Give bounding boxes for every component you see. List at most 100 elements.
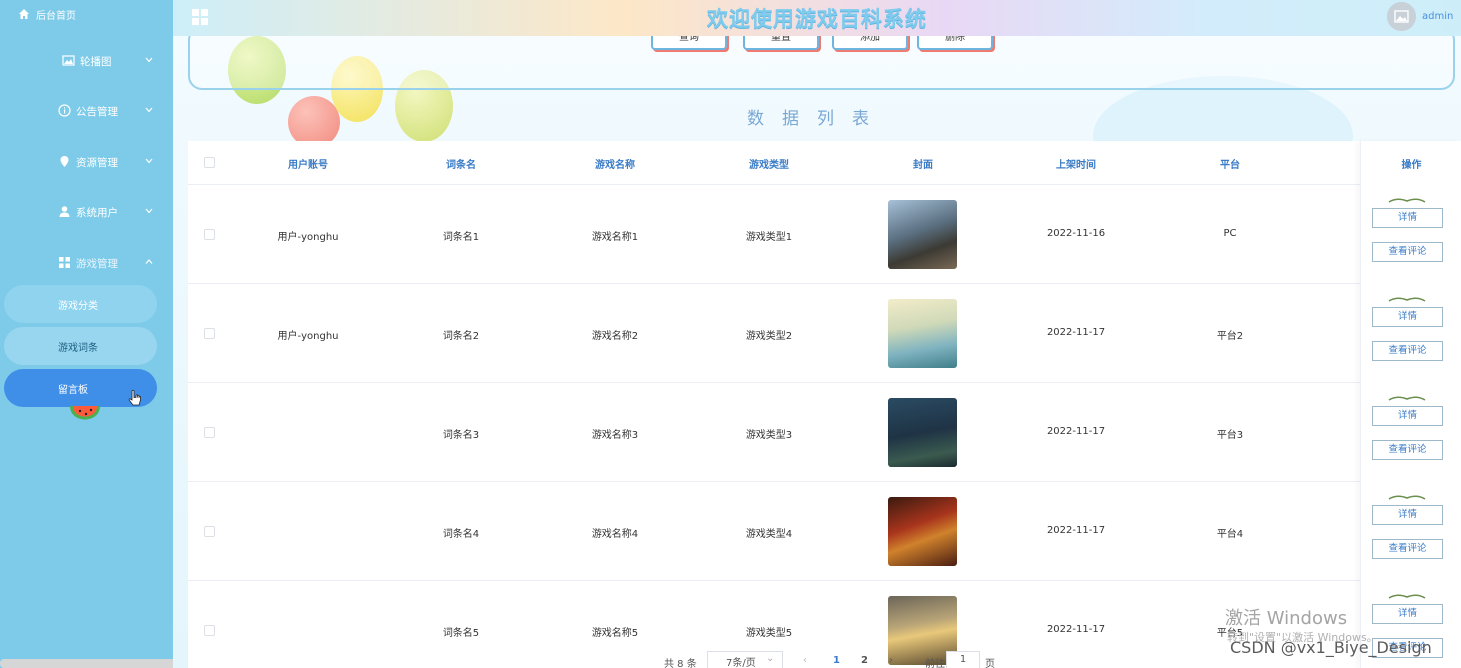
cell-entry: 词条名5 bbox=[442, 628, 480, 639]
page-number-2[interactable]: 2 bbox=[861, 655, 868, 666]
sidebar-subitem-game-category[interactable]: 游戏分类 bbox=[4, 285, 157, 323]
goto-page-input[interactable]: 1 bbox=[946, 651, 980, 668]
sidebar-item-label: 轮播图 bbox=[80, 55, 112, 68]
cell-game-name: 游戏名称1 bbox=[591, 232, 639, 243]
cell-entry: 词条名4 bbox=[442, 529, 480, 540]
detail-button[interactable]: 详情 bbox=[1372, 406, 1443, 426]
column-header-account[interactable]: 用户账号 bbox=[248, 156, 368, 171]
cell-game-name: 游戏名称3 bbox=[591, 430, 639, 441]
leaf-decoration-icon bbox=[1388, 396, 1426, 401]
sidebar-subitem-game-entry[interactable]: 游戏词条 bbox=[4, 327, 157, 365]
image-icon bbox=[62, 54, 75, 67]
cover-image[interactable] bbox=[888, 200, 957, 269]
table-header: 用户账号 词条名 游戏名称 游戏类型 封面 上架时间 平台 bbox=[188, 141, 1461, 185]
sidebar-item-carousel[interactable]: 轮播图 bbox=[0, 46, 173, 76]
main-content: 查询 重置 添加 删除 数据列表 用户账号 词条名 游戏名称 游戏类型 封面 上… bbox=[173, 36, 1461, 668]
username-label[interactable]: admin bbox=[1422, 11, 1453, 22]
detail-button[interactable]: 详情 bbox=[1372, 208, 1443, 228]
row-checkbox[interactable] bbox=[204, 625, 215, 636]
column-header-cover[interactable]: 封面 bbox=[863, 156, 983, 171]
query-button[interactable]: 查询 bbox=[651, 36, 727, 50]
home-icon bbox=[18, 8, 30, 20]
view-comments-button[interactable]: 查看评论 bbox=[1372, 440, 1443, 460]
cell-account: 用户-yonghu bbox=[277, 232, 339, 243]
sidebar-subitem-label: 游戏分类 bbox=[58, 300, 98, 312]
site-title: 欢迎使用游戏百科系统 bbox=[707, 7, 927, 31]
cell-date: 2022-11-17 bbox=[1046, 327, 1106, 338]
user-icon bbox=[58, 205, 71, 218]
sidebar-item-label: 后台首页 bbox=[36, 10, 76, 22]
sidebar-item-home[interactable]: 后台首页 bbox=[0, 0, 173, 28]
row-checkbox[interactable] bbox=[204, 526, 215, 537]
actions-column: 操作 详情 查看评论 详情 查看评论 详情 查看评论 详情 查看评论 详情 查看… bbox=[1360, 141, 1461, 668]
chevron-down-icon: ⌄ bbox=[766, 653, 775, 664]
reset-button[interactable]: 重置 bbox=[743, 36, 819, 50]
cell-date: 2022-11-17 bbox=[1046, 426, 1106, 437]
grid-icon bbox=[58, 256, 71, 269]
location-icon bbox=[58, 155, 71, 168]
cell-game-type: 游戏类型3 bbox=[745, 430, 793, 441]
goto-prefix: 前往 bbox=[925, 659, 945, 668]
csdn-watermark: CSDN @vx1_Biye_Design bbox=[1230, 638, 1432, 657]
cell-date: 2022-11-16 bbox=[1046, 228, 1106, 239]
table-row[interactable]: 词条名4 游戏名称4 游戏类型4 2022-11-17 平台4 bbox=[188, 482, 1461, 581]
detail-button[interactable]: 详情 bbox=[1372, 505, 1443, 525]
column-header-actions: 操作 bbox=[1401, 160, 1422, 171]
column-header-platform[interactable]: 平台 bbox=[1170, 156, 1290, 171]
next-page-icon[interactable]: › bbox=[889, 655, 893, 666]
sidebar-item-notice[interactable]: 公告管理 bbox=[0, 96, 173, 126]
chevron-up-icon bbox=[144, 257, 154, 267]
avatar[interactable] bbox=[1387, 2, 1416, 31]
cell-game-type: 游戏类型2 bbox=[745, 331, 793, 342]
view-comments-button[interactable]: 查看评论 bbox=[1372, 242, 1443, 262]
table-row[interactable]: 词条名3 游戏名称3 游戏类型3 2022-11-17 平台3 bbox=[188, 383, 1461, 482]
page-number-1[interactable]: 1 bbox=[833, 655, 840, 666]
sidebar-item-label: 公告管理 bbox=[76, 105, 118, 118]
cover-image[interactable] bbox=[888, 398, 957, 467]
row-checkbox[interactable] bbox=[204, 229, 215, 240]
add-button[interactable]: 添加 bbox=[832, 36, 908, 50]
info-icon bbox=[58, 104, 71, 117]
sidebar: 后台首页 轮播图 公告管理 资源管理 系统用户 游戏管理 游戏分类 游戏词条 留… bbox=[0, 0, 490, 668]
cell-game-name: 游戏名称2 bbox=[591, 331, 639, 342]
detail-button[interactable]: 详情 bbox=[1372, 604, 1443, 624]
cover-image[interactable] bbox=[888, 497, 957, 566]
page-size-select[interactable]: 7条/页 ⌄ bbox=[707, 651, 783, 668]
leaf-decoration-icon bbox=[1388, 297, 1426, 302]
cell-date: 2022-11-17 bbox=[1046, 525, 1106, 536]
data-table: 用户账号 词条名 游戏名称 游戏类型 封面 上架时间 平台 用户-yonghu … bbox=[188, 141, 1461, 668]
view-comments-button[interactable]: 查看评论 bbox=[1372, 341, 1443, 361]
windows-activation-title: 激活 Windows bbox=[1225, 608, 1348, 629]
sidebar-item-game-manage[interactable]: 游戏管理 bbox=[0, 248, 173, 278]
select-all-checkbox[interactable] bbox=[204, 157, 215, 168]
prev-page-icon[interactable]: ‹ bbox=[803, 655, 807, 666]
sidebar-item-resource[interactable]: 资源管理 bbox=[0, 147, 173, 177]
row-checkbox[interactable] bbox=[204, 328, 215, 339]
detail-button[interactable]: 详情 bbox=[1372, 307, 1443, 327]
hand-cursor-icon bbox=[128, 389, 141, 406]
row-checkbox[interactable] bbox=[204, 427, 215, 438]
column-header-date[interactable]: 上架时间 bbox=[1016, 156, 1136, 171]
table-row[interactable]: 用户-yonghu 词条名2 游戏名称2 游戏类型2 2022-11-17 平台… bbox=[188, 284, 1461, 383]
column-header-game-name[interactable]: 游戏名称 bbox=[555, 156, 675, 171]
pagination-total: 共 8 条 bbox=[664, 659, 697, 668]
cell-platform: 平台3 bbox=[1216, 430, 1244, 441]
cell-platform: 平台4 bbox=[1216, 529, 1244, 540]
column-header-game-type[interactable]: 游戏类型 bbox=[709, 156, 829, 171]
search-panel: 查询 重置 添加 删除 bbox=[188, 36, 1455, 90]
view-comments-button[interactable]: 查看评论 bbox=[1372, 539, 1443, 559]
sidebar-item-system-user[interactable]: 系统用户 bbox=[0, 197, 173, 227]
cell-game-type: 游戏类型5 bbox=[745, 628, 793, 639]
sidebar-subitem-label: 游戏词条 bbox=[58, 342, 98, 354]
column-header-entry[interactable]: 词条名 bbox=[401, 156, 521, 171]
cell-platform: PC bbox=[1223, 228, 1237, 239]
cell-platform: 平台2 bbox=[1216, 331, 1244, 342]
goto-suffix: 页 bbox=[985, 659, 995, 668]
chevron-down-icon bbox=[144, 206, 154, 216]
top-header: 欢迎使用游戏百科系统 admin bbox=[173, 0, 1461, 36]
chevron-down-icon bbox=[144, 156, 154, 166]
table-row[interactable]: 用户-yonghu 词条名1 游戏名称1 游戏类型1 2022-11-16 PC bbox=[188, 185, 1461, 284]
delete-button[interactable]: 删除 bbox=[917, 36, 993, 50]
cell-game-name: 游戏名称4 bbox=[591, 529, 639, 540]
cover-image[interactable] bbox=[888, 299, 957, 368]
